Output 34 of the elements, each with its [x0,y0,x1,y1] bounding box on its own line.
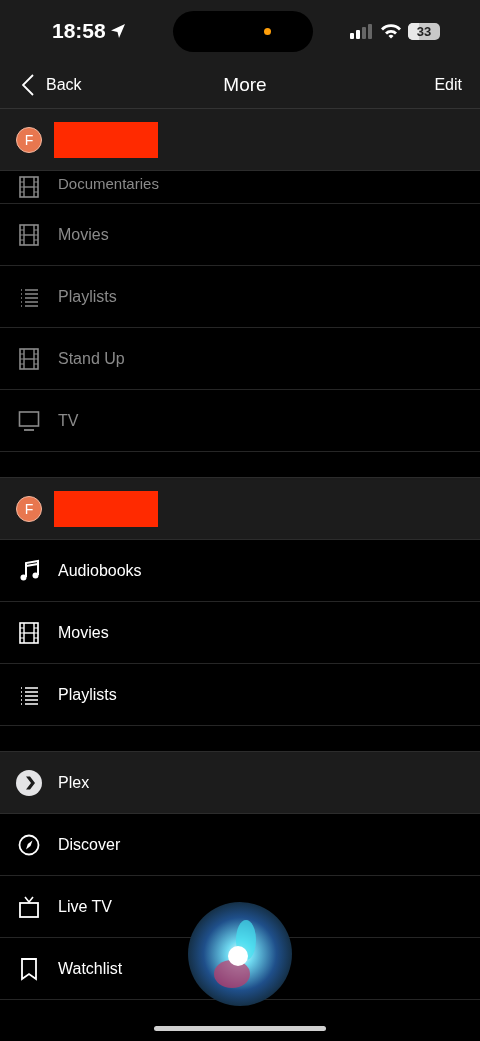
menu-item[interactable]: Documentaries [0,171,480,204]
avatar: F [16,495,42,522]
bookmark-icon [18,956,40,981]
chevron-left-icon [22,74,34,96]
menu-item[interactable]: Stand Up [0,328,480,390]
battery-indicator: 33 [408,22,440,40]
location-arrow-icon [109,23,126,39]
menu-item[interactable]: Discover [0,814,480,876]
section-header[interactable]: Plex [0,752,480,814]
wifi-icon [380,23,402,39]
signal-icon [350,23,374,39]
section-title: Plex [58,773,90,792]
menu-item[interactable]: Audiobooks [0,540,480,602]
menu-item[interactable]: Movies [0,204,480,266]
indicator-dot-icon [263,27,271,35]
compass-icon [18,832,40,857]
chevron-circle-icon [16,769,42,796]
clock: 18:58 [52,19,106,43]
film-icon [18,222,40,247]
avatar: F [16,126,42,153]
menu-item[interactable]: Movies [0,602,480,664]
music-note-icon [18,558,40,583]
tv-icon [18,894,40,919]
menu-item[interactable]: Playlists [0,664,480,726]
film-icon [18,346,40,371]
screen-title: More [223,74,267,96]
monitor-icon [18,408,40,433]
film-icon [18,620,40,645]
edit-button[interactable]: Edit [434,76,462,94]
menu-item[interactable]: Playlists [0,266,480,328]
film-icon [18,175,40,199]
back-button[interactable]: Back [22,74,82,96]
voice-assistant-orb-icon [188,902,292,1006]
menu-item[interactable]: TV [0,390,480,452]
